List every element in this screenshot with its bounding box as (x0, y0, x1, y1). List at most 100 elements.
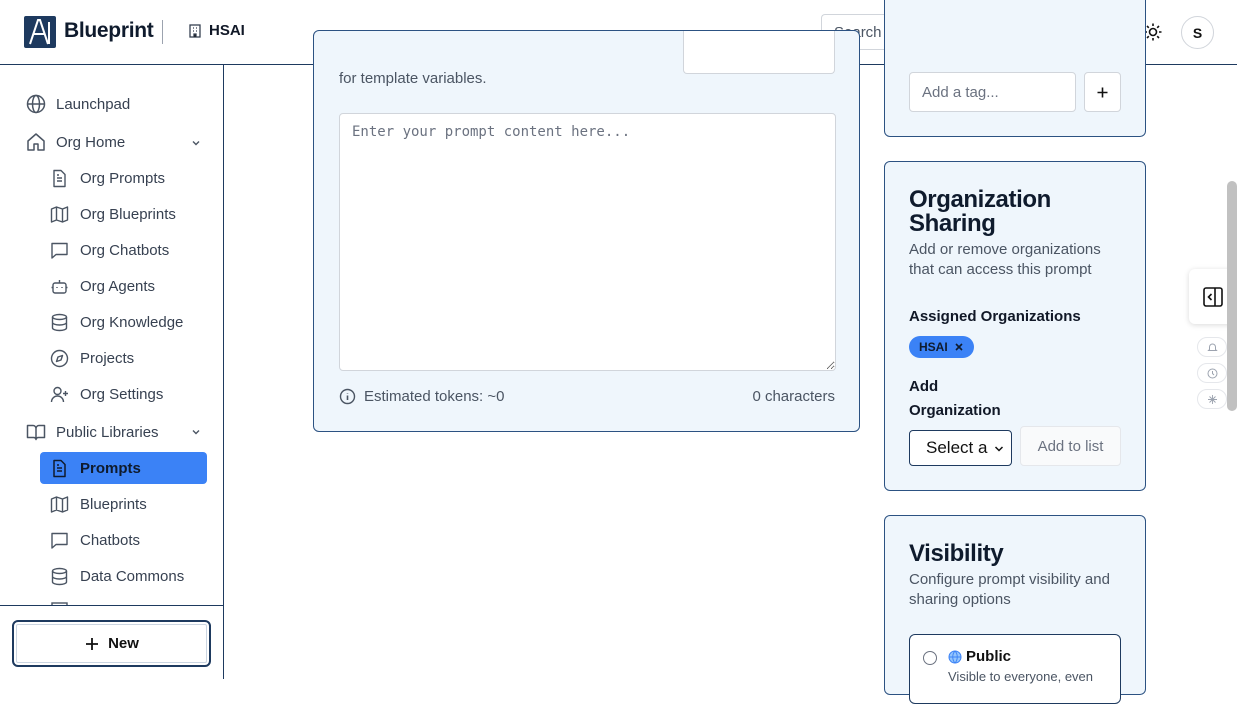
public-radio[interactable] (923, 651, 937, 665)
insert-variable-control[interactable] (683, 31, 835, 74)
add-tag-button[interactable] (1084, 72, 1121, 112)
public-option-label: Public (948, 648, 1011, 665)
organization-select[interactable]: Select a (909, 430, 1012, 466)
sidebar-item-label: Org Knowledge (80, 314, 184, 331)
sidebar-footer: New (0, 605, 223, 679)
building-icon (189, 23, 201, 38)
sidebar-item-label: Org Settings (80, 386, 164, 403)
sidebar: Launchpad Org Home Org Prompts Org Bluep… (0, 65, 224, 679)
visibility-title: Visibility (909, 540, 1004, 567)
assigned-organizations-label: Assigned Organizations (909, 308, 1081, 325)
book-open-icon (26, 424, 46, 441)
user-plus-icon (50, 386, 68, 403)
message-square-icon (51, 532, 68, 549)
sidebar-item-prompts[interactable]: Prompts (40, 452, 207, 484)
new-button-label: New (108, 635, 139, 652)
mini-clock-button[interactable] (1197, 363, 1227, 383)
globe-icon (26, 94, 46, 114)
sidebar-item-blueprints[interactable]: Blueprints (50, 495, 147, 514)
sidebar-item-label: Org Home (56, 133, 126, 151)
sidebar-item-label: Public Libraries (56, 423, 159, 441)
sidebar-item-label: Org Chatbots (80, 242, 170, 259)
hint-text-partial (339, 51, 639, 63)
sidebar-item-label: Prompts (80, 459, 141, 477)
sidebar-item-chatbots[interactable]: Chatbots (50, 531, 140, 550)
map-icon (50, 206, 69, 223)
plus-icon (86, 637, 99, 650)
public-option-description: Visible to everyone, even (948, 669, 1094, 684)
user-avatar[interactable]: S (1181, 16, 1214, 49)
mini-sparkle-button[interactable] (1197, 389, 1227, 409)
sidebar-item-label: Launchpad (56, 95, 131, 113)
sidebar-item-org-home[interactable]: Org Home (26, 132, 125, 152)
sidebar-item-org-blueprints[interactable]: Org Blueprints (50, 205, 176, 224)
sidebar-item-data-commons[interactable]: Data Commons (50, 567, 184, 586)
new-button[interactable]: New (12, 620, 211, 667)
org-name: HSAI (209, 22, 245, 39)
info-icon (339, 388, 356, 405)
bell-icon (1206, 343, 1218, 351)
sharing-title-line1: Organization (909, 186, 1051, 213)
sidebar-item-org-knowledge[interactable]: Org Knowledge (50, 313, 183, 332)
message-square-icon (51, 242, 68, 259)
file-text-icon (53, 169, 66, 188)
sharing-description: Add or remove organizations that can acc… (909, 241, 1101, 278)
visibility-description: Configure prompt visibility and sharing … (909, 571, 1110, 608)
sidebar-item-label: Org Agents (80, 278, 156, 295)
globe-icon (948, 650, 962, 663)
chevron-down-icon (994, 446, 1004, 452)
map-icon (50, 496, 69, 513)
chevron-down-icon[interactable] (190, 137, 202, 149)
sharing-title-line2: Sharing (909, 210, 996, 237)
assigned-org-name: HSAI (919, 340, 948, 354)
add-to-list-button[interactable]: Add to list (1020, 426, 1121, 466)
organization-select-value: Select a (926, 438, 988, 457)
organization-sharing-card: Organization Sharing Add or remove organ… (884, 161, 1146, 491)
sidebar-item-label: Projects (80, 350, 135, 367)
sidebar-item-public-libraries[interactable]: Public Libraries (26, 422, 159, 442)
divider (162, 20, 163, 44)
hint-text: for template variables. (339, 70, 487, 87)
logo-icon[interactable] (24, 16, 56, 48)
add-organization-label-2: Organization (909, 402, 1001, 419)
tag-input[interactable] (909, 72, 1076, 112)
plus-icon (1097, 87, 1108, 97)
visibility-card: Visibility Configure prompt visibility a… (884, 515, 1146, 704)
sidebar-item-label: Blueprints (80, 496, 147, 513)
file-text-icon (53, 459, 66, 477)
sidebar-item-label: Data Commons (80, 568, 185, 585)
token-estimate: Estimated tokens: ~0 (339, 388, 505, 405)
sidebar-item-label: Chatbots (80, 532, 141, 549)
org-switcher[interactable]: HSAI (187, 22, 245, 39)
assigned-org-badge: HSAI (909, 336, 974, 358)
sidebar-item-launchpad[interactable]: Launchpad (26, 94, 130, 114)
sidebar-item-org-prompts[interactable]: Org Prompts (50, 169, 165, 188)
close-icon[interactable] (954, 342, 964, 352)
chevron-down-icon[interactable] (190, 426, 202, 438)
database-icon (51, 567, 68, 586)
bot-icon (51, 280, 68, 294)
sidebar-item-org-chatbots[interactable]: Org Chatbots (50, 241, 169, 260)
home-icon (27, 133, 45, 151)
brand-name[interactable]: Blueprint (64, 19, 154, 43)
sidebar-item-projects[interactable]: Projects (50, 349, 134, 368)
compass-icon (50, 349, 69, 368)
database-icon (51, 313, 68, 332)
visibility-option-public[interactable]: Public Visible to everyone, even (909, 634, 1121, 704)
sidebar-item-org-agents[interactable]: Org Agents (50, 277, 155, 296)
mini-notification-button[interactable] (1197, 337, 1227, 357)
prompt-content-textarea[interactable] (339, 113, 836, 371)
token-estimate-text: Estimated tokens: ~0 (364, 388, 505, 405)
clock-icon (1207, 368, 1217, 378)
scrollbar-thumb[interactable] (1227, 181, 1237, 411)
character-count: 0 characters (752, 388, 835, 405)
sidebar-item-label: Org Prompts (80, 170, 166, 187)
sun-icon (1144, 23, 1162, 41)
tags-card (884, 0, 1146, 137)
sparkle-icon (1207, 394, 1217, 404)
sidebar-item-label: Org Blueprints (80, 206, 176, 223)
sidebar-item-org-settings[interactable]: Org Settings (50, 385, 163, 404)
add-organization-label-1: Add (909, 378, 939, 395)
prompt-content-card: for template variables. Estimated tokens… (313, 30, 860, 432)
public-option-text: Public (966, 648, 1012, 665)
